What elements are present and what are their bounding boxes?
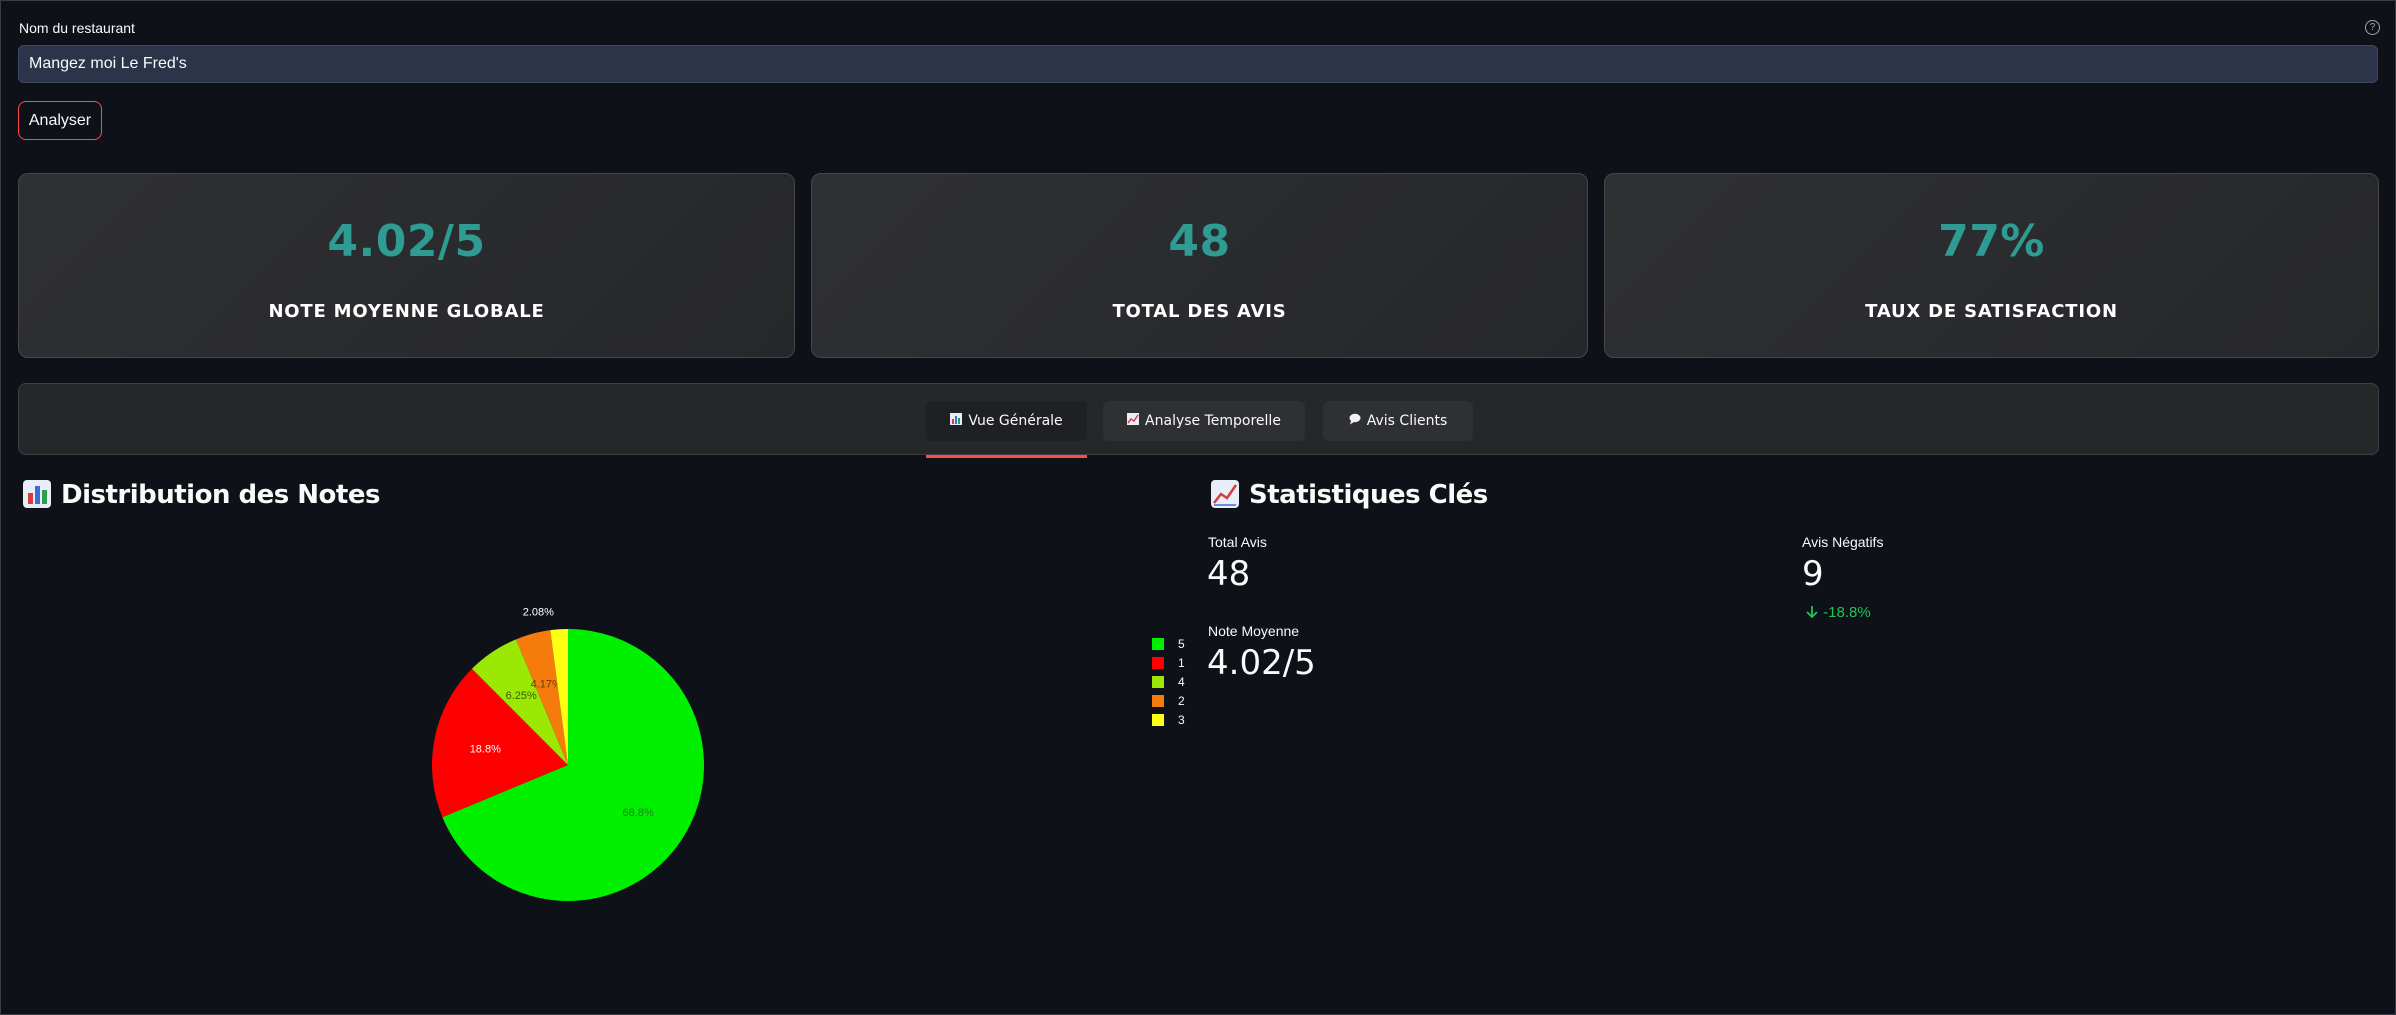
legend-label: 1 — [1178, 656, 1185, 670]
metric-negative-label: Avis Négatifs — [1802, 534, 1884, 550]
delta-text: -18.8% — [1823, 604, 1871, 621]
legend-label: 5 — [1178, 637, 1185, 651]
pie-label-5: 68.8% — [623, 807, 654, 819]
arrow-down-icon — [1805, 604, 1823, 621]
help-circle-icon[interactable]: ? — [2365, 20, 2380, 35]
pie-label-4: 6.25% — [506, 690, 537, 702]
kpi-card-average-rating: 4.02/5 NOTE MOYENNE GLOBALE — [18, 173, 795, 358]
legend-swatch — [1152, 657, 1164, 669]
bar-chart-icon — [23, 480, 51, 508]
stats-title-text: Statistiques Clés — [1249, 480, 1488, 510]
distribution-title: Distribution des Notes — [23, 480, 380, 510]
kpi-card-satisfaction-rate: 77% TAUX DE SATISFACTION — [1604, 173, 2379, 358]
tab-label: Vue Générale — [968, 413, 1063, 429]
kpi-label: TAUX DE SATISFACTION — [1865, 301, 2118, 322]
kpi-value: 48 — [1168, 216, 1231, 267]
legend-label: 3 — [1178, 713, 1185, 727]
tab-label: Analyse Temporelle — [1145, 413, 1281, 429]
metric-negative-value: 9 — [1802, 554, 1824, 594]
tab-vue-generale[interactable]: Vue Générale — [926, 401, 1087, 458]
line-chart-icon — [1211, 480, 1239, 508]
kpi-value: 4.02/5 — [327, 216, 486, 267]
kpi-label: TOTAL DES AVIS — [1112, 301, 1287, 322]
metric-average-label: Note Moyenne — [1208, 623, 1300, 639]
legend-swatch — [1152, 695, 1164, 707]
tab-bar: Vue Générale Analyse Temporelle Avis Cli… — [18, 383, 2379, 458]
line-chart-icon — [1127, 401, 1140, 441]
legend-label: 2 — [1178, 694, 1185, 708]
kpi-card-total-reviews: 48 TOTAL DES AVIS — [811, 173, 1588, 358]
metric-negative-delta: -18.8% — [1805, 604, 1871, 621]
metric-average-value: 4.02/5 — [1207, 643, 1316, 683]
metric-total-value: 48 — [1207, 554, 1251, 594]
legend-swatch — [1152, 638, 1164, 650]
legend-label: 4 — [1178, 675, 1185, 689]
bar-chart-icon — [950, 401, 963, 441]
active-tab-indicator — [926, 455, 1087, 458]
pie-label-1: 18.8% — [470, 744, 501, 756]
distribution-pie-chart: 68.8%18.8%6.25%4.17%2.08% — [432, 606, 704, 901]
tab-label: Avis Clients — [1366, 413, 1448, 429]
stats-title: Statistiques Clés — [1211, 480, 1488, 510]
speech-bubble-icon — [1349, 401, 1361, 441]
tab-avis-clients[interactable]: Avis Clients — [1323, 401, 1473, 441]
legend-swatch — [1152, 676, 1164, 688]
pie-label-3: 2.08% — [523, 606, 554, 618]
kpi-value: 77% — [1938, 216, 2045, 267]
kpi-label: NOTE MOYENNE GLOBALE — [268, 301, 545, 322]
analyse-button[interactable]: Analyser — [18, 101, 102, 140]
restaurant-name-label: Nom du restaurant — [19, 20, 135, 36]
legend-swatch — [1152, 714, 1164, 726]
restaurant-name-input[interactable] — [18, 45, 2378, 83]
metric-total-label: Total Avis — [1208, 534, 1267, 550]
tab-analyse-temporelle[interactable]: Analyse Temporelle — [1103, 401, 1305, 441]
distribution-title-text: Distribution des Notes — [61, 480, 380, 510]
